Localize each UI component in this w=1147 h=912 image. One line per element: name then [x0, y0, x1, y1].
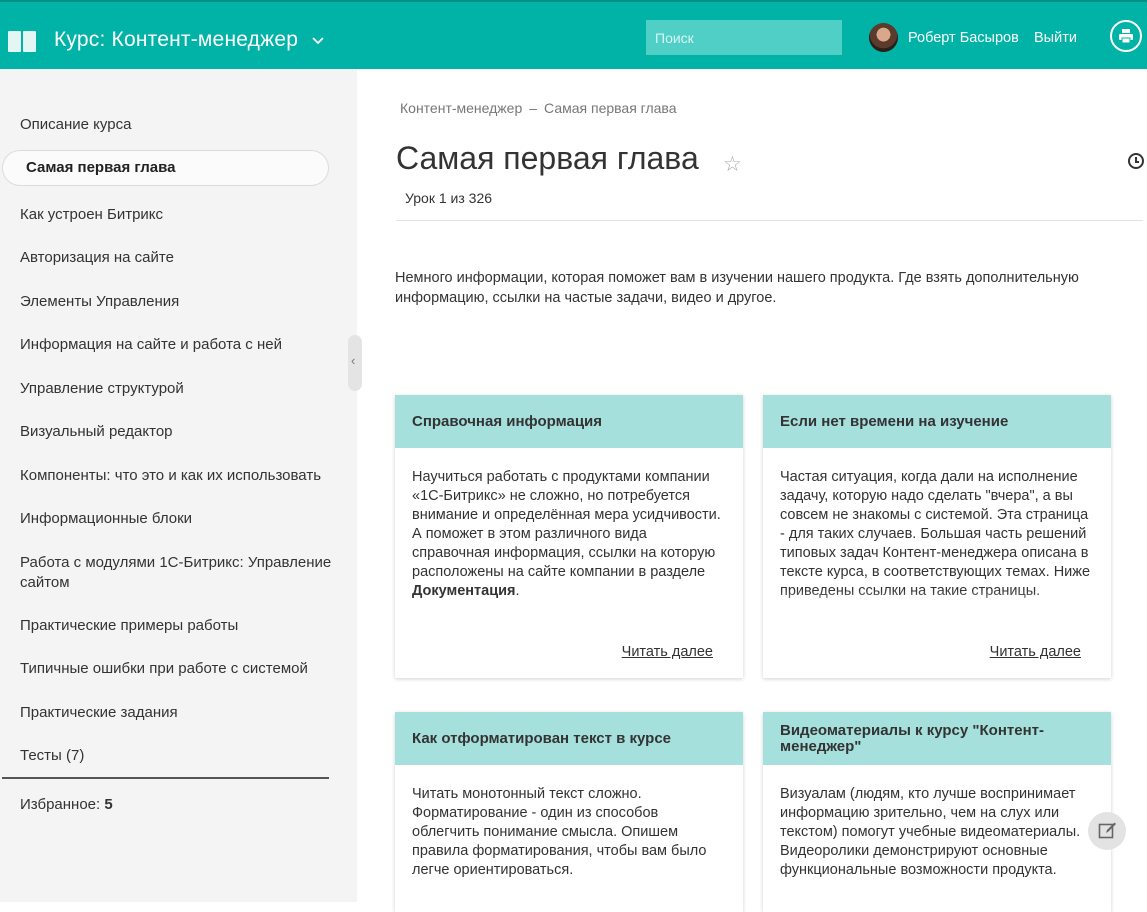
card-title[interactable]: Как отформатирован текст в курсе: [412, 730, 671, 747]
card-header: Видеоматериалы к курсу "Контент-менеджер…: [763, 712, 1111, 765]
logout-link[interactable]: Выйти: [1034, 30, 1077, 46]
sidebar-item-typical-errors[interactable]: Типичные ошибки при работе с системой: [20, 659, 350, 679]
printer-icon: [1119, 29, 1133, 44]
lesson-counter: Урок 1 из 326: [405, 190, 493, 206]
sidebar-item-modules[interactable]: Работа с модулями 1С-Битрикс: Управление…: [20, 553, 350, 592]
card-title[interactable]: Если нет времени на изучение: [780, 413, 1008, 430]
header-divider: [396, 220, 1143, 221]
read-more-link[interactable]: Читать далее: [990, 644, 1081, 660]
sidebar-item-course-description[interactable]: Описание курса: [20, 115, 350, 135]
sidebar-item-site-info[interactable]: Информация на сайте и работа с ней: [20, 335, 350, 355]
text-fade: [763, 590, 1111, 620]
card-reference-info: Справочная информация Научиться работать…: [395, 395, 743, 678]
sidebar-item-structure[interactable]: Управление структурой: [20, 379, 350, 399]
card-title[interactable]: Справочная информация: [412, 413, 602, 430]
sidebar-item-tests[interactable]: Тесты (7): [20, 746, 350, 766]
breadcrumb-item-course[interactable]: Контент-менеджер: [400, 100, 522, 116]
card-title[interactable]: Видеоматериалы к курсу "Контент-менеджер…: [780, 722, 1094, 755]
page-title: Самая первая глава: [396, 140, 699, 176]
edit-icon: [1098, 822, 1116, 839]
sidebar-collapse-handle[interactable]: ‹: [348, 335, 362, 391]
favorites-count: 5: [104, 796, 113, 813]
sidebar-item-bitrix-structure[interactable]: Как устроен Битрикс: [20, 205, 350, 225]
breadcrumb-item-current[interactable]: Самая первая глава: [544, 100, 676, 116]
sidebar-item-infoblocks[interactable]: Информационные блоки: [20, 509, 350, 529]
print-button[interactable]: [1110, 20, 1142, 52]
book-icon[interactable]: [8, 31, 36, 53]
card-body: Визуалам (людям, кто лучше воспринимает …: [780, 786, 1081, 878]
top-bar: Курс: Контент-менеджер Роберт Басыров Вы…: [0, 0, 1147, 69]
breadcrumb: Контент-менеджер – Самая первая глава: [400, 100, 677, 116]
chevron-left-icon: ‹: [351, 353, 356, 368]
favorites-label: Избранное:: [20, 796, 101, 813]
sidebar-item-practical-examples[interactable]: Практические примеры работы: [20, 616, 350, 636]
user-name[interactable]: Роберт Басыров: [908, 30, 1019, 46]
card-video-materials: Видеоматериалы к курсу "Контент-менеджер…: [763, 712, 1111, 912]
favorites-link[interactable]: Избранное: 5: [20, 796, 113, 813]
sidebar-item-controls[interactable]: Элементы Управления: [20, 292, 350, 312]
intro-text: Немного информации, которая поможет вам …: [395, 270, 1079, 306]
edit-button[interactable]: [1088, 812, 1126, 850]
sidebar-item-practical-tasks[interactable]: Практические задания: [20, 703, 350, 723]
sidebar-item-label: Самая первая глава: [26, 159, 176, 176]
card-text-formatting: Как отформатирован текст в курсе Читать …: [395, 712, 743, 912]
card-header: Как отформатирован текст в курсе: [395, 712, 743, 765]
sidebar-item-components[interactable]: Компоненты: что это и как их использоват…: [20, 466, 350, 486]
clock-icon[interactable]: [1128, 153, 1144, 169]
avatar[interactable]: [869, 23, 898, 52]
search-input[interactable]: [646, 20, 842, 55]
star-icon[interactable]: ☆: [723, 152, 742, 177]
card-header: Если нет времени на изучение: [763, 395, 1111, 448]
sidebar-item-visual-editor[interactable]: Визуальный редактор: [20, 422, 350, 442]
read-more-link[interactable]: Читать далее: [622, 644, 713, 660]
chevron-down-icon[interactable]: [311, 34, 325, 48]
breadcrumb-separator: –: [529, 100, 538, 116]
card-no-time: Если нет времени на изучение Частая ситу…: [763, 395, 1111, 678]
course-title[interactable]: Курс: Контент-менеджер: [54, 28, 298, 52]
sidebar-divider: [2, 777, 329, 779]
card-body: Научиться работать с продуктами компании…: [412, 469, 721, 599]
card-body: Читать монотонный текст сложно. Форматир…: [412, 786, 707, 878]
documentation-link[interactable]: Документация: [412, 583, 516, 599]
sidebar-item-first-chapter[interactable]: Самая первая глава: [2, 150, 329, 186]
card-header: Справочная информация: [395, 395, 743, 448]
sidebar: Описание курса Самая первая глава Как ус…: [0, 69, 357, 902]
sidebar-item-authorization[interactable]: Авторизация на сайте: [20, 248, 350, 268]
